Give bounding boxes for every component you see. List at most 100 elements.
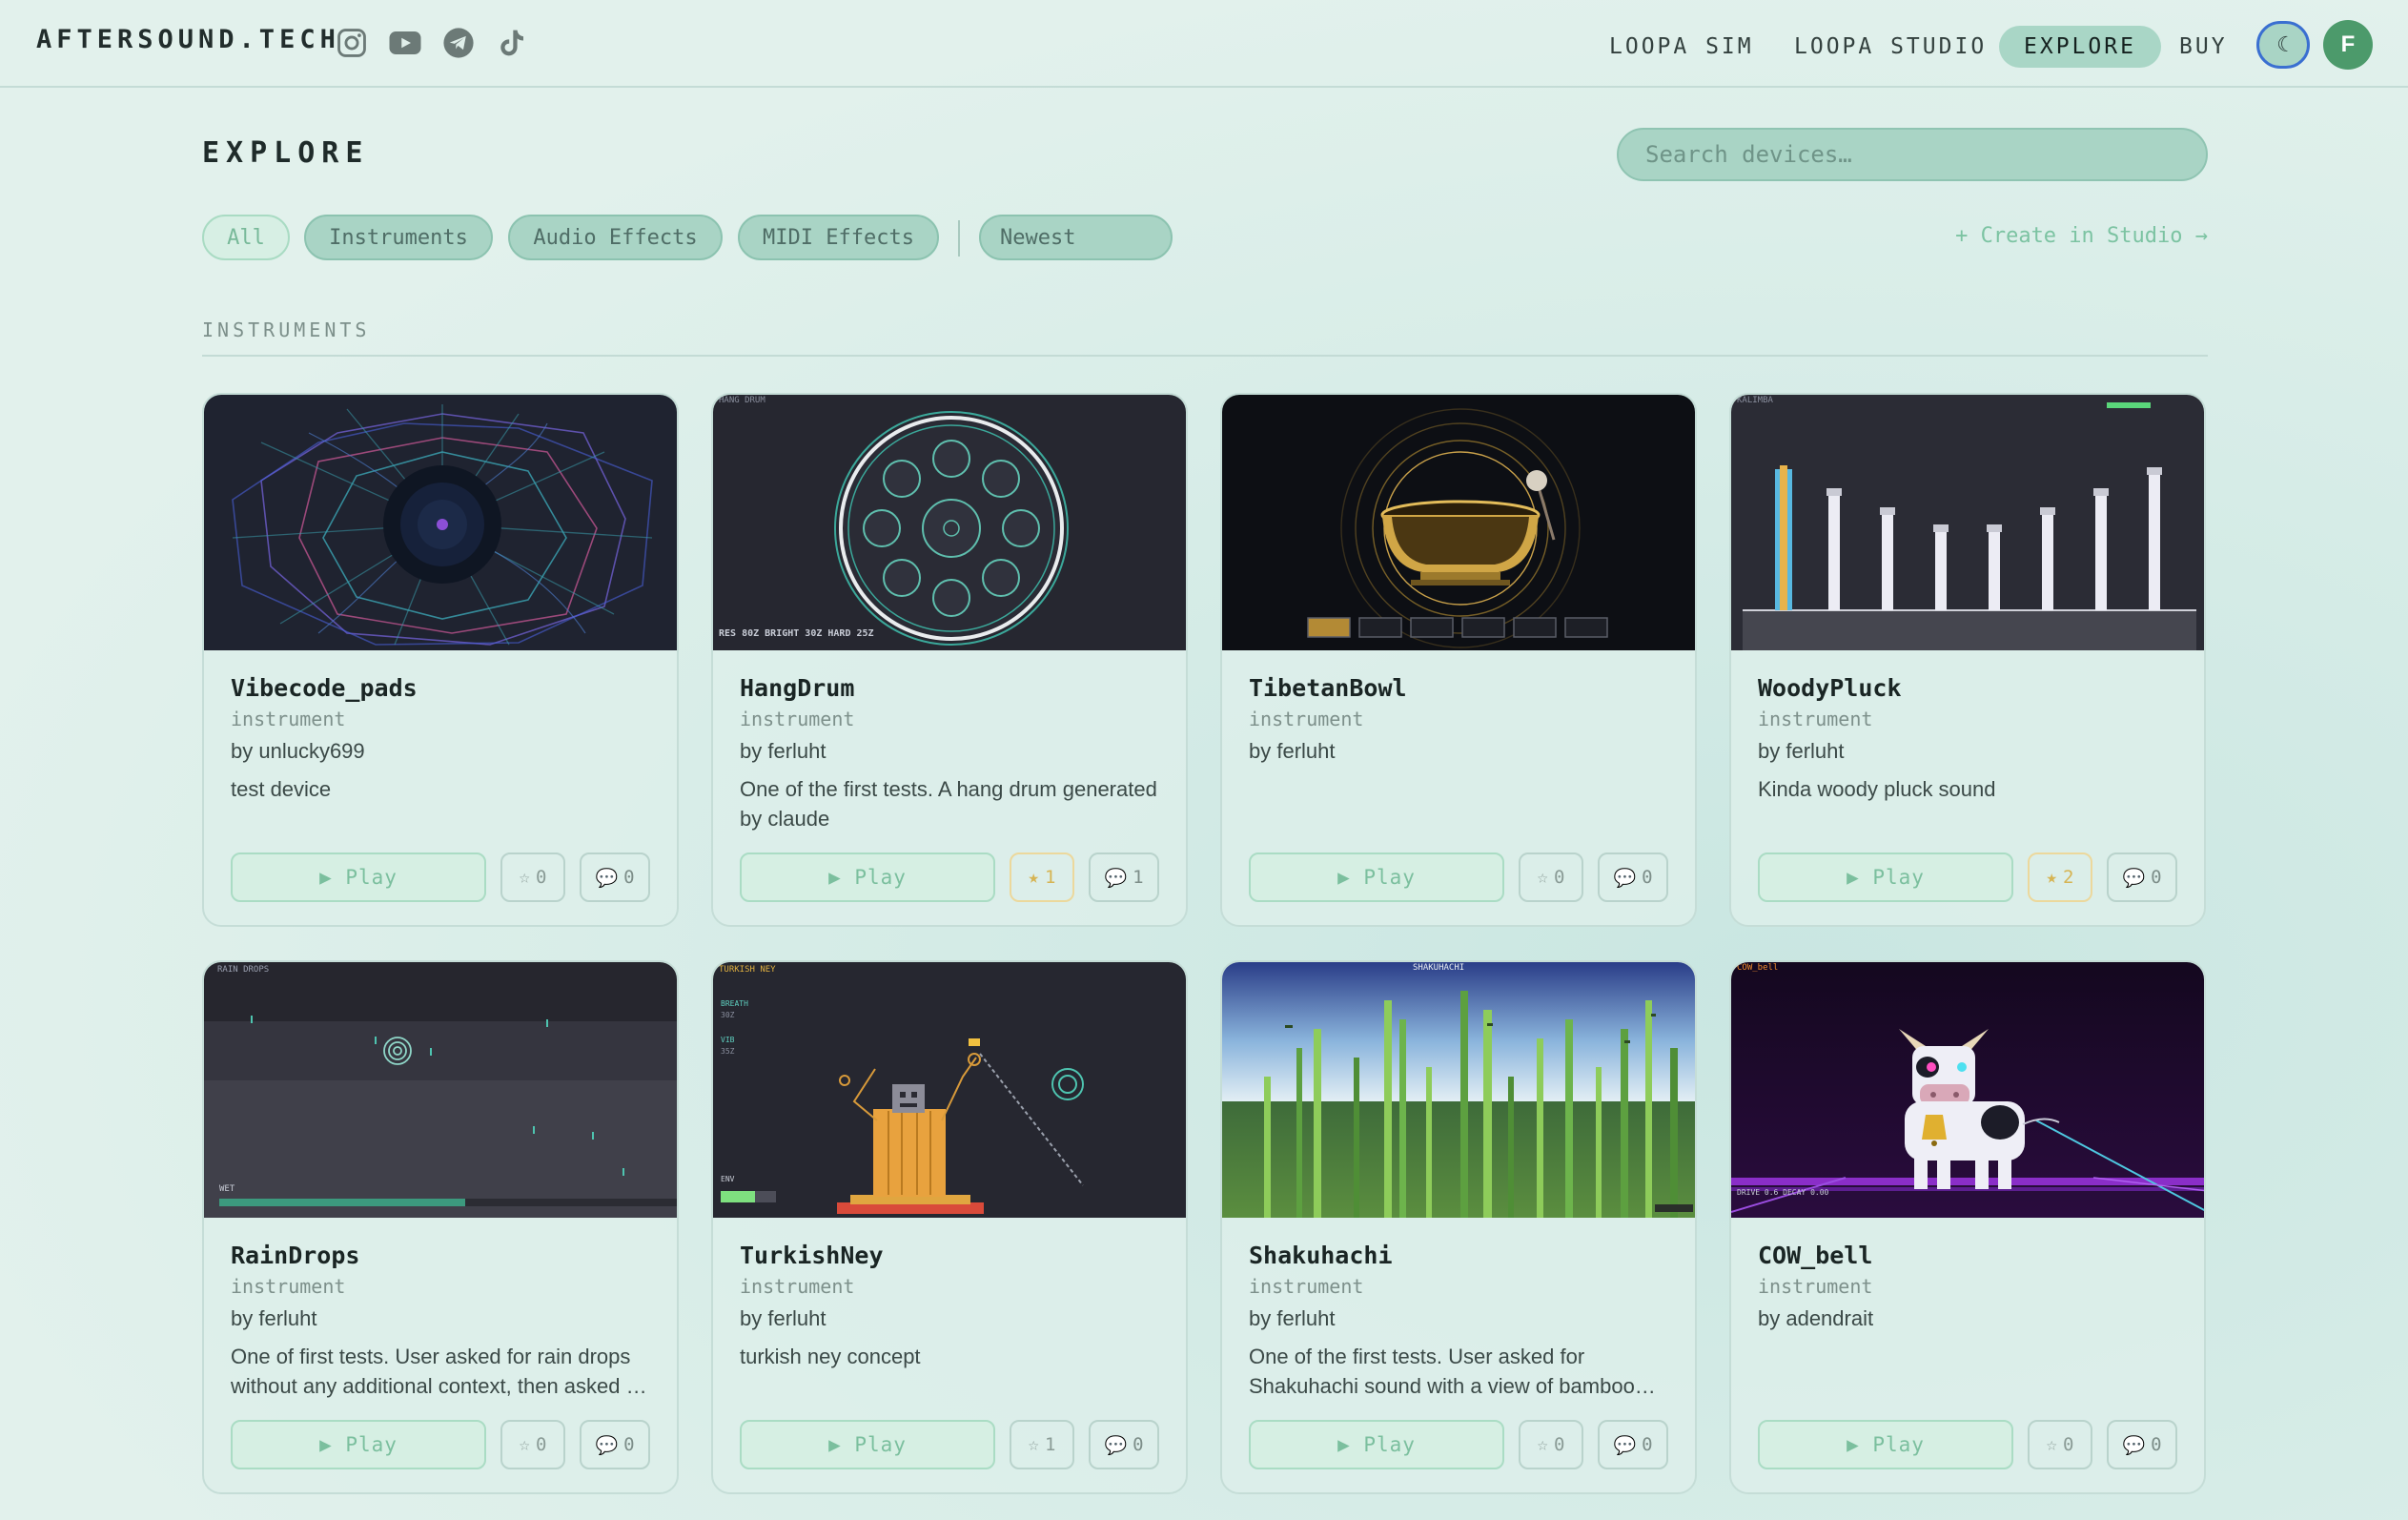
comment-count: 0 — [1642, 867, 1653, 888]
comment-count: 0 — [623, 867, 635, 888]
youtube-icon[interactable] — [387, 25, 423, 61]
star-count: 1 — [1045, 867, 1056, 888]
star-button[interactable]: ★ 1 — [1010, 852, 1074, 902]
star-icon: ☆ — [2046, 1434, 2057, 1455]
play-button[interactable]: ▶ Play — [1758, 852, 2013, 902]
device-title[interactable]: COW_bell — [1758, 1242, 1872, 1269]
filter-chip-all[interactable]: All — [202, 215, 290, 260]
device-type: instrument — [1758, 708, 1873, 730]
device-author[interactable]: by ferluht — [1758, 739, 1845, 764]
theme-toggle-button[interactable]: ☾ — [2256, 21, 2310, 69]
thumb-breath: BREATH — [721, 999, 748, 1008]
play-button[interactable]: ▶ Play — [740, 1420, 995, 1469]
comment-count: 0 — [623, 1434, 635, 1455]
comment-icon: 💬 — [1104, 867, 1128, 889]
section-label-instruments: INSTRUMENTS — [202, 318, 371, 341]
telegram-icon[interactable] — [440, 25, 477, 61]
comment-button[interactable]: 💬 0 — [1089, 1420, 1159, 1469]
nav-explore[interactable]: EXPLORE — [1999, 26, 2161, 68]
star-icon: ☆ — [519, 867, 530, 888]
play-button[interactable]: ▶ Play — [1249, 1420, 1504, 1469]
sort-select[interactable]: Newest — [979, 215, 1173, 260]
device-card[interactable]: SHAKUHACHI Shakuhachi instrument by ferl… — [1220, 960, 1697, 1494]
comment-button[interactable]: 💬 0 — [1598, 1420, 1668, 1469]
comment-button[interactable]: 💬 0 — [1598, 852, 1668, 902]
star-icon: ★ — [2046, 867, 2057, 888]
star-count: 0 — [536, 1434, 547, 1455]
device-author[interactable]: by adendrait — [1758, 1306, 1873, 1331]
star-button[interactable]: ☆ 0 — [500, 1420, 565, 1469]
play-button[interactable]: ▶ Play — [231, 852, 486, 902]
device-author[interactable]: by ferluht — [1249, 739, 1336, 764]
filter-divider — [958, 220, 960, 257]
device-thumbnail: HANG DRUM RES 80Z BRIGHT 30Z HARD 25Z — [713, 395, 1186, 650]
brand-logo[interactable]: AFTERSOUND.TECH — [36, 25, 340, 54]
device-author[interactable]: by ferluht — [231, 1306, 317, 1331]
device-author[interactable]: by ferluht — [740, 739, 826, 764]
comment-button[interactable]: 💬 0 — [580, 1420, 650, 1469]
star-button[interactable]: ☆ 0 — [500, 852, 565, 902]
device-thumbnail: COW_bell DRIVE 0.6 DECAY 0.00 — [1731, 962, 2204, 1218]
device-description: One of the first tests. User asked for S… — [1249, 1345, 1656, 1398]
play-button[interactable]: ▶ Play — [1758, 1420, 2013, 1469]
device-card[interactable]: Vibecode_pads instrument by unlucky699 t… — [202, 393, 679, 927]
device-card[interactable]: RAIN DROPS WET RainDrops instrument by f… — [202, 960, 679, 1494]
comment-button[interactable]: 💬 0 — [2107, 1420, 2177, 1469]
star-button[interactable]: ☆ 0 — [2028, 1420, 2092, 1469]
create-in-studio-link[interactable]: + Create in Studio → — [1954, 224, 2208, 248]
device-card[interactable]: TibetanBowl instrument by ferluht ▶ Play… — [1220, 393, 1697, 927]
instagram-icon[interactable] — [334, 25, 370, 61]
user-avatar[interactable]: F — [2323, 20, 2373, 70]
nav-buy[interactable]: BUY — [2179, 26, 2228, 68]
device-title[interactable]: TibetanBowl — [1249, 674, 1407, 702]
star-icon: ☆ — [1028, 1434, 1039, 1455]
star-icon: ☆ — [1537, 1434, 1548, 1455]
device-card[interactable]: TURKISH NEY BREATH 30Z VIB 35Z ENV Turki… — [711, 960, 1188, 1494]
device-title[interactable]: HangDrum — [740, 674, 854, 702]
play-button[interactable]: ▶ Play — [231, 1420, 486, 1469]
device-type: instrument — [1249, 1275, 1364, 1298]
comment-icon: 💬 — [2122, 1434, 2146, 1456]
star-icon: ☆ — [519, 1434, 530, 1455]
comment-icon: 💬 — [595, 1434, 619, 1456]
filter-chip-audio-effects[interactable]: Audio Effects — [508, 215, 723, 260]
star-button[interactable]: ☆ 0 — [1519, 852, 1583, 902]
filter-chip-midi-effects[interactable]: MIDI Effects — [738, 215, 939, 260]
comment-icon: 💬 — [595, 867, 619, 889]
comment-count: 1 — [1133, 867, 1144, 888]
tiktok-icon[interactable] — [494, 25, 530, 61]
nav-loopa-sim[interactable]: LOOPA SIM — [1609, 26, 1754, 68]
comment-button[interactable]: 💬 0 — [580, 852, 650, 902]
star-count: 1 — [1045, 1434, 1056, 1455]
device-title[interactable]: Shakuhachi — [1249, 1242, 1393, 1269]
star-button[interactable]: ☆ 0 — [1519, 1420, 1583, 1469]
play-button[interactable]: ▶ Play — [1249, 852, 1504, 902]
device-title[interactable]: RainDrops — [231, 1242, 359, 1269]
device-author[interactable]: by unlucky699 — [231, 739, 365, 764]
comment-button[interactable]: 💬 1 — [1089, 852, 1159, 902]
device-card[interactable]: COW_bell DRIVE 0.6 DECAY 0.00 COW_bell i… — [1729, 960, 2206, 1494]
device-title[interactable]: TurkishNey — [740, 1242, 884, 1269]
page-title: EXPLORE — [202, 136, 370, 170]
star-button[interactable]: ★ 2 — [2028, 852, 2092, 902]
device-thumbnail: SHAKUHACHI — [1222, 962, 1695, 1218]
device-type: instrument — [231, 1275, 346, 1298]
comment-button[interactable]: 💬 0 — [2107, 852, 2177, 902]
thumb-label: HANG DRUM — [719, 396, 765, 405]
star-button[interactable]: ☆ 1 — [1010, 1420, 1074, 1469]
filter-chip-instruments[interactable]: Instruments — [304, 215, 493, 260]
device-title[interactable]: WoodyPluck — [1758, 674, 1902, 702]
star-count: 0 — [536, 867, 547, 888]
star-count: 0 — [1554, 867, 1565, 888]
moon-icon: ☾ — [2276, 32, 2290, 57]
play-button[interactable]: ▶ Play — [740, 852, 995, 902]
device-description: Kinda woody pluck sound — [1758, 777, 1996, 801]
device-title[interactable]: Vibecode_pads — [231, 674, 418, 702]
nav-loopa-studio[interactable]: LOOPA STUDIO — [1794, 26, 1987, 68]
device-card[interactable]: HANG DRUM RES 80Z BRIGHT 30Z HARD 25Z Ha… — [711, 393, 1188, 927]
device-author[interactable]: by ferluht — [740, 1306, 826, 1331]
device-card[interactable]: KALIMBA WoodyPluck instrument by ferluht… — [1729, 393, 2206, 927]
thumb-caption: WET — [219, 1184, 235, 1194]
search-input[interactable] — [1617, 128, 2208, 181]
device-author[interactable]: by ferluht — [1249, 1306, 1336, 1331]
